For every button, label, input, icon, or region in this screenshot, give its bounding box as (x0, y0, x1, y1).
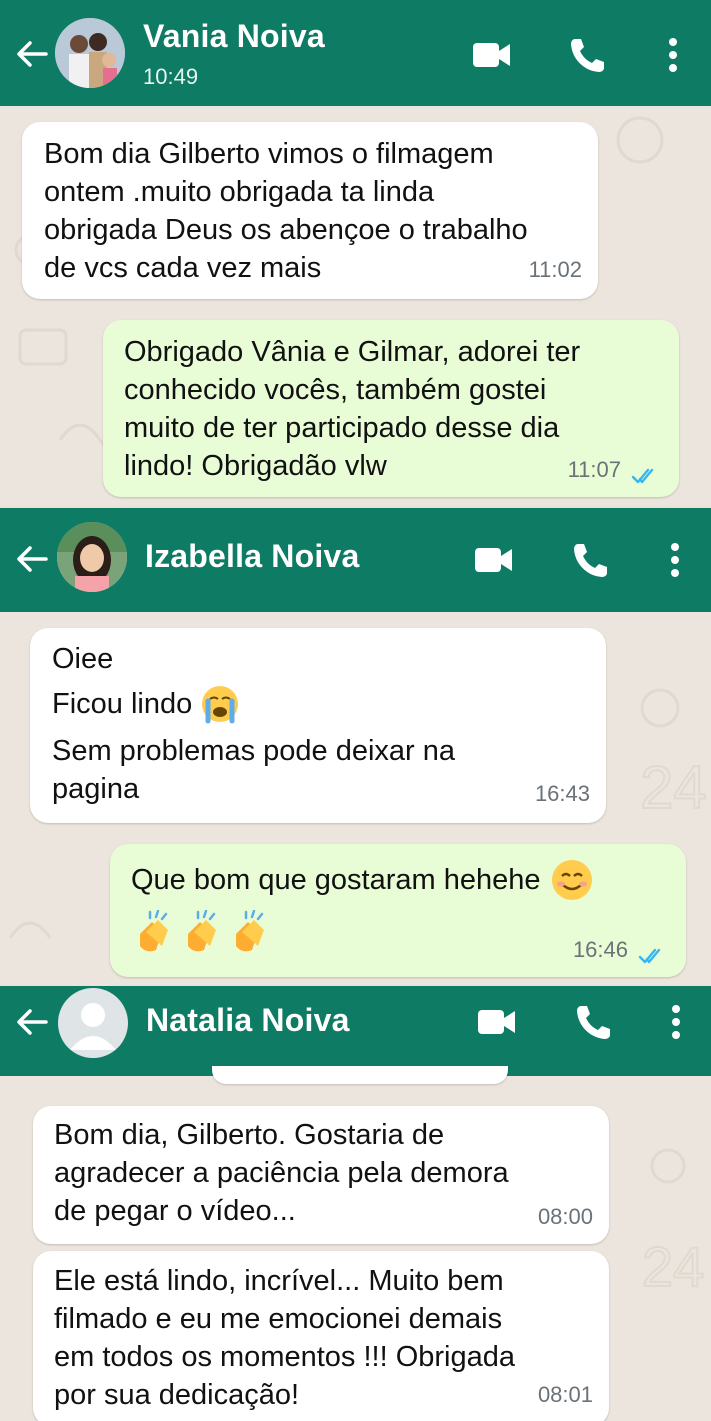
chat-header: Vania Noiva 10:49 (0, 0, 711, 106)
default-avatar-icon[interactable] (58, 988, 128, 1058)
double-check-icon (638, 948, 661, 964)
loudly-crying-face-icon (202, 686, 239, 724)
chat-screenshot-vania: Vania Noiva 10:49 Bom dia Gilberto vimos… (0, 0, 711, 506)
svg-text:24: 24 (642, 1235, 704, 1298)
message-line: Ficou lindo (52, 684, 242, 724)
chat-header: Natalia Noiva (0, 986, 711, 1076)
smiling-face-icon (551, 860, 592, 900)
incoming-message[interactable]: Bom dia, Gilberto. Gostaria de agradecer… (33, 1106, 609, 1244)
more-vert-icon[interactable] (654, 1000, 698, 1044)
avatar[interactable] (55, 18, 125, 88)
message-line: Sem problemas pode deixar na pagina (52, 735, 456, 805)
arrow-left-icon[interactable] (12, 539, 52, 579)
message-time: 11:02 (528, 257, 582, 282)
message-line: Oiee (52, 643, 114, 675)
chat-header: Izabella Noiva (0, 508, 711, 612)
message-text: Bom dia Gilberto vimos o filmagem ontem … (44, 138, 528, 284)
phone-icon[interactable] (572, 1000, 616, 1044)
message-text: Que bom que gostaram hehehe (131, 864, 541, 896)
more-vert-icon[interactable] (651, 33, 695, 77)
double-check-icon (631, 468, 654, 484)
arrow-left-icon[interactable] (12, 1002, 52, 1042)
video-call-icon[interactable] (475, 1000, 519, 1044)
avatar-photo (57, 522, 127, 592)
avatar-photo (55, 18, 125, 88)
incoming-message[interactable]: Bom dia Gilberto vimos o filmagem ontem … (22, 122, 598, 299)
clapping-hands-icon (140, 910, 168, 952)
message-time: 16:46 (572, 937, 628, 962)
message-line: Que bom que gostaram hehehe (131, 858, 595, 902)
message-time: 11:07 (567, 457, 621, 482)
clapping-hands-icon (236, 910, 264, 952)
person-silhouette-icon (70, 1003, 116, 1050)
incoming-message[interactable]: Oiee Ficou lindo Sem problemas pode deix… (30, 628, 606, 823)
video-call-icon[interactable] (472, 538, 516, 582)
last-seen-status: 10:49 (143, 64, 199, 89)
previous-message-edge (212, 1066, 508, 1084)
chat-screenshot-izabella: 24 Izabella Noiva Oiee Ficou lindo Sem p… (0, 508, 711, 985)
message-text: Obrigado Vânia e Gilmar, adorei ter conh… (124, 336, 581, 482)
message-time: 16:43 (534, 781, 590, 806)
outgoing-message[interactable]: Que bom que gostaram hehehe 16:46 (110, 844, 686, 977)
svg-text:24: 24 (640, 754, 707, 821)
incoming-message[interactable]: Ele está lindo, incrível... Muito bem fi… (33, 1251, 609, 1421)
message-time: 08:00 (537, 1204, 593, 1229)
contact-name[interactable]: Natalia Noiva (146, 1002, 350, 1039)
message-time: 08:01 (537, 1382, 593, 1407)
clapping-hands-row (132, 910, 272, 956)
video-call-icon[interactable] (470, 33, 514, 77)
more-vert-icon[interactable] (653, 538, 697, 582)
outgoing-message[interactable]: Obrigado Vânia e Gilmar, adorei ter conh… (103, 320, 679, 497)
chat-screenshot-natalia: 24 Natalia Noiva Bom dia, Gilberto. Gost… (0, 986, 711, 1421)
message-text: Ele está lindo, incrível... Muito bem fi… (54, 1265, 515, 1411)
clapping-hands-icon (188, 910, 216, 952)
contact-name[interactable]: Izabella Noiva (145, 538, 359, 575)
avatar[interactable] (57, 522, 127, 592)
message-text: Bom dia, Gilberto. Gostaria de agradecer… (54, 1119, 509, 1227)
arrow-left-icon[interactable] (12, 34, 52, 74)
message-line-text: Ficou lindo (52, 688, 193, 720)
contact-name[interactable]: Vania Noiva (143, 18, 325, 55)
phone-icon[interactable] (569, 538, 613, 582)
phone-icon[interactable] (566, 33, 610, 77)
